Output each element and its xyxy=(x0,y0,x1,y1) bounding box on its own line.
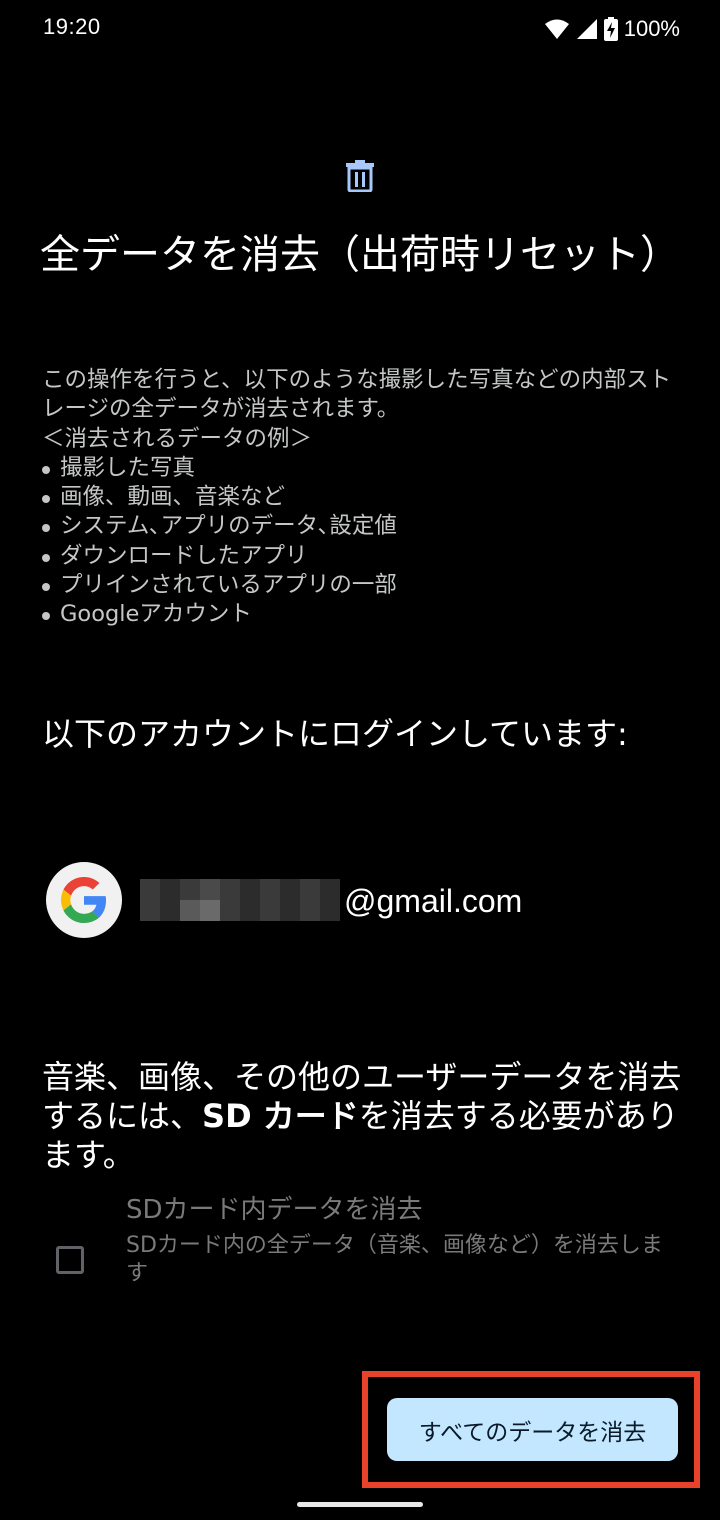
examples-heading: ＜消去されるデータの例＞ xyxy=(42,425,313,452)
wifi-icon xyxy=(544,19,569,39)
examples-list: 撮影した写真 画像、動画、音楽など システム､アプリのデータ､設定値 ダウンロー… xyxy=(42,454,682,630)
sd-option-description: SDカード内の全データ（音楽、画像など）を消去します xyxy=(126,1233,663,1286)
account-row: @gmail.com xyxy=(46,862,686,938)
sd-erase-option[interactable]: SDカード内データを消去 SDカード内の全データ（音楽、画像など）を消去します xyxy=(126,1192,671,1288)
sd-note-bold: SD カード xyxy=(202,1097,359,1135)
sd-erase-checkbox[interactable] xyxy=(56,1246,84,1274)
list-item: Googleアカウント xyxy=(42,600,682,629)
gesture-nav-handle[interactable] xyxy=(297,1502,423,1507)
account-email-domain: @gmail.com xyxy=(344,883,523,919)
description: この操作を行うと、以下のような撮影した写真などの内部ストレージの全データが消去さ… xyxy=(42,366,682,630)
battery-level: 100% xyxy=(623,16,680,41)
list-item: ダウンロードしたアプリ xyxy=(42,542,682,571)
status-time: 19:20 xyxy=(43,14,101,39)
sd-option-title: SDカード内データを消去 xyxy=(126,1195,423,1225)
status-bar: 19:20 100% xyxy=(0,0,720,60)
sd-card-note: 音楽、画像、その他のユーザーデータを消去するには、SD カードを消去する必要があ… xyxy=(42,1058,682,1175)
redacted-account-name xyxy=(140,879,340,921)
list-item: 画像、動画、音楽など xyxy=(42,483,682,512)
trash-icon xyxy=(346,160,374,192)
page-title: 全データを消去（出荷時リセット） xyxy=(40,232,680,278)
accounts-heading: 以下のアカウントにログインしています: xyxy=(42,715,628,753)
cell-signal-icon xyxy=(576,19,597,39)
list-item: 撮影した写真 xyxy=(42,454,682,483)
battery-charging-icon xyxy=(603,17,618,41)
status-icons: 100% xyxy=(544,14,680,44)
list-item: プリインされているアプリの一部 xyxy=(42,571,682,600)
avatar xyxy=(46,862,122,938)
google-logo-icon xyxy=(61,877,107,923)
list-item: システム､アプリのデータ､設定値 xyxy=(42,512,682,541)
description-intro: この操作を行うと、以下のような撮影した写真などの内部ストレージの全データが消去さ… xyxy=(42,367,672,423)
erase-all-data-button[interactable]: すべてのデータを消去 xyxy=(387,1398,678,1461)
